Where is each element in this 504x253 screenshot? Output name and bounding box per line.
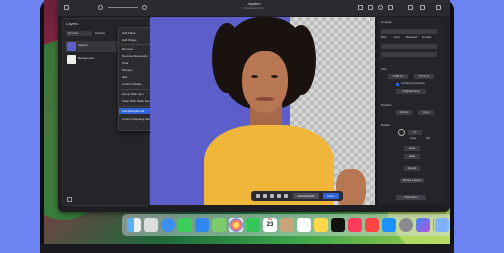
system-settings-icon[interactable] (399, 218, 413, 232)
angle-field[interactable]: 0° (408, 130, 422, 135)
height-field[interactable]: 1771 px (414, 74, 434, 79)
paint-icon[interactable] (368, 5, 373, 10)
tv-icon[interactable] (331, 218, 345, 232)
constrain-checkbox[interactable] (396, 83, 399, 86)
position-x-field[interactable]: 123 px (396, 110, 412, 115)
share-icon[interactable] (408, 5, 413, 10)
mouth (256, 97, 274, 101)
size-heading: Size (381, 67, 387, 71)
arrange-button-strip[interactable] (381, 29, 437, 34)
app-store-icon[interactable] (382, 218, 396, 232)
add-layer-icon[interactable] (67, 197, 72, 202)
lock-button[interactable]: Lock (404, 146, 420, 151)
right-eye (271, 75, 278, 78)
transform-button[interactable]: Transform (396, 195, 426, 200)
dock: JUL 23 (122, 214, 450, 236)
downloads-icon[interactable] (435, 218, 449, 232)
crop-icon[interactable] (358, 5, 363, 10)
position-heading: Position (381, 103, 392, 107)
notes-icon[interactable] (314, 218, 328, 232)
menu-item-label: Custom Shape (122, 82, 142, 86)
finder-icon[interactable] (127, 218, 141, 232)
blend-mode-select[interactable]: Normal (66, 31, 92, 36)
arrange-back-label: Back (381, 36, 387, 39)
brush-icon[interactable] (256, 194, 260, 198)
title-bar: Jayden Pixelmator Pro (58, 0, 450, 16)
reminders-icon[interactable] (297, 218, 311, 232)
mail-icon[interactable] (195, 218, 209, 232)
app-window: Jayden Pixelmator Pro Layers Normal Opac… (58, 0, 450, 212)
group-button[interactable]: Group (404, 166, 420, 171)
photos-icon[interactable] (229, 218, 243, 232)
distribute-buttons[interactable] (381, 52, 437, 57)
refine-icon[interactable] (270, 194, 274, 198)
opacity-label: Opacity (95, 31, 106, 35)
inspector-toggle-icon[interactable] (436, 5, 441, 10)
calendar-day: 23 (266, 222, 274, 228)
layer-thumbnail (67, 55, 76, 64)
messages-icon[interactable] (178, 218, 192, 232)
done-button[interactable]: Done (323, 193, 339, 199)
export-icon[interactable] (420, 5, 425, 10)
selection-toolbar: Cancel/Undo Done (251, 191, 343, 201)
maps-icon[interactable] (212, 218, 226, 232)
position-y-field[interactable]: 0 px (418, 110, 434, 115)
tools-strip (443, 17, 450, 205)
news-icon[interactable] (365, 218, 379, 232)
pixelmator-icon[interactable] (416, 218, 430, 232)
inspector-panel: Arrange Back Front Backward Forward Size… (378, 17, 450, 205)
options-icon[interactable] (284, 194, 288, 198)
image-canvas[interactable] (150, 17, 375, 205)
adjust-icon[interactable] (378, 5, 383, 10)
original-size-button[interactable]: Original Size (396, 89, 426, 94)
erase-icon[interactable] (263, 194, 267, 198)
flip-label: Flip (426, 137, 431, 140)
arrange-backward-label: Backward (406, 36, 417, 39)
launchpad-icon[interactable] (144, 218, 158, 232)
layer-name: Background (78, 56, 95, 60)
align-buttons[interactable] (381, 44, 437, 49)
mask-icon[interactable] (277, 194, 281, 198)
angle-label: Angle (410, 137, 417, 140)
rotate-heading: Rotate (381, 123, 390, 127)
dock-divider (433, 219, 434, 231)
desktop-screen: Jayden Pixelmator Pro Layers Normal Opac… (44, 0, 450, 244)
face (242, 51, 288, 113)
safari-icon[interactable] (161, 218, 175, 232)
rotate-dial[interactable] (398, 129, 405, 136)
constrain-label: Constrain proportions (401, 82, 425, 85)
contacts-icon[interactable] (280, 218, 294, 232)
hide-button[interactable]: Hide (404, 154, 420, 159)
facetime-icon[interactable] (246, 218, 260, 232)
arrange-forward-label: Forward (422, 36, 432, 39)
layer-thumbnail (67, 42, 76, 51)
merge-layers-button[interactable]: Merge Layers (400, 178, 424, 183)
layer-name: Jayden (78, 43, 88, 47)
laptop-base (40, 244, 454, 253)
calendar-month: JUL (267, 218, 273, 221)
width-field[interactable]: 1769 px (388, 74, 408, 79)
effects-icon[interactable] (388, 5, 393, 10)
cancel-button[interactable]: Cancel/Undo (293, 193, 319, 199)
music-icon[interactable] (348, 218, 362, 232)
calendar-icon[interactable]: JUL 23 (263, 218, 277, 232)
left-eye (251, 75, 258, 78)
arrange-heading: Arrange (381, 20, 392, 24)
arrange-front-label: Front (394, 36, 400, 39)
